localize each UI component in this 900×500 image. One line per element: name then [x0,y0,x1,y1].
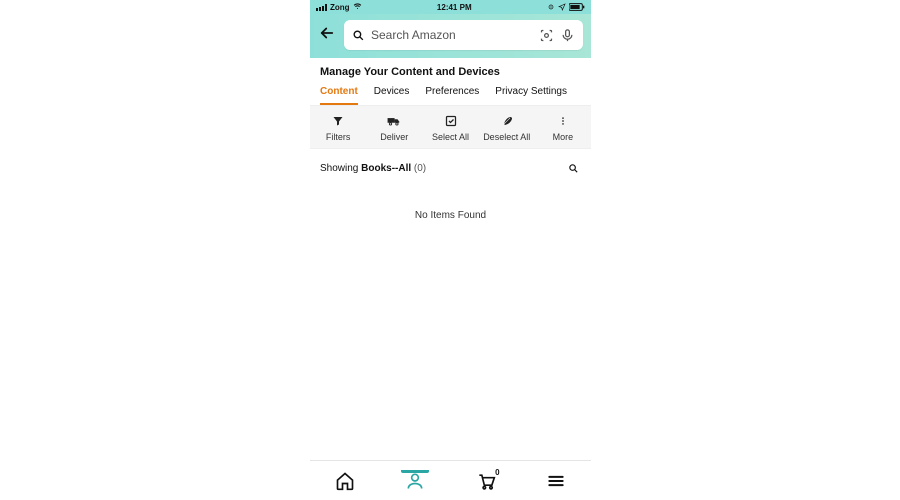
deliver-button[interactable]: Deliver [366,106,422,148]
filters-button[interactable]: Filters [310,106,366,148]
status-time: 12:41 PM [437,3,472,12]
showing-count: (0) [411,163,426,174]
feather-icon [479,114,535,128]
camera-lens-icon[interactable] [539,28,554,43]
status-left: Zong [316,2,362,13]
deliver-label: Deliver [366,132,422,142]
bottom-nav: 0 [310,460,591,500]
hamburger-icon [546,471,566,491]
showing-text: Showing Books--All (0) [320,163,426,174]
battery-icon [569,3,585,11]
tab-devices[interactable]: Devices [374,86,410,105]
tab-content[interactable]: Content [320,86,358,105]
empty-state: No Items Found [310,210,591,221]
page-title: Manage Your Content and Devices [320,66,581,78]
search-bar[interactable] [344,20,583,50]
more-label: More [535,132,591,142]
deselect-all-label: Deselect All [479,132,535,142]
status-right [547,3,585,11]
filters-label: Filters [310,132,366,142]
showing-category: Books--All [361,163,411,174]
search-input[interactable] [371,28,533,42]
back-button[interactable] [318,24,336,47]
microphone-icon[interactable] [560,28,575,43]
deselect-all-button[interactable]: Deselect All [479,106,535,148]
showing-row: Showing Books--All (0) [310,149,591,178]
showing-prefix: Showing [320,163,361,174]
tab-privacy-settings[interactable]: Privacy Settings [495,86,567,105]
nav-account[interactable] [397,471,433,491]
app-header [310,14,591,58]
location-icon [547,3,555,11]
cart-count-badge: 0 [495,468,499,477]
cart-icon [476,471,496,491]
more-button[interactable]: More [535,106,591,148]
wifi-icon [353,2,362,13]
tab-bar: Content Devices Preferences Privacy Sett… [320,86,581,105]
select-all-button[interactable]: Select All [422,106,478,148]
content-search-icon[interactable] [568,163,579,174]
more-vertical-icon [535,114,591,128]
signal-icon [316,4,327,11]
filter-icon [310,114,366,128]
status-bar: Zong 12:41 PM [310,0,591,14]
truck-icon [366,114,422,128]
home-icon [335,471,355,491]
nav-home[interactable] [327,471,363,491]
nav-arrow-icon [558,3,566,11]
user-icon [405,471,425,491]
content-toolbar: Filters Deliver Select All Deselect All … [310,105,591,149]
carrier-label: Zong [330,3,350,12]
nav-cart[interactable]: 0 [468,471,504,491]
search-icon [352,29,365,42]
tab-preferences[interactable]: Preferences [425,86,479,105]
nav-menu[interactable] [538,471,574,491]
checkbox-checked-icon [422,114,478,128]
select-all-label: Select All [422,132,478,142]
